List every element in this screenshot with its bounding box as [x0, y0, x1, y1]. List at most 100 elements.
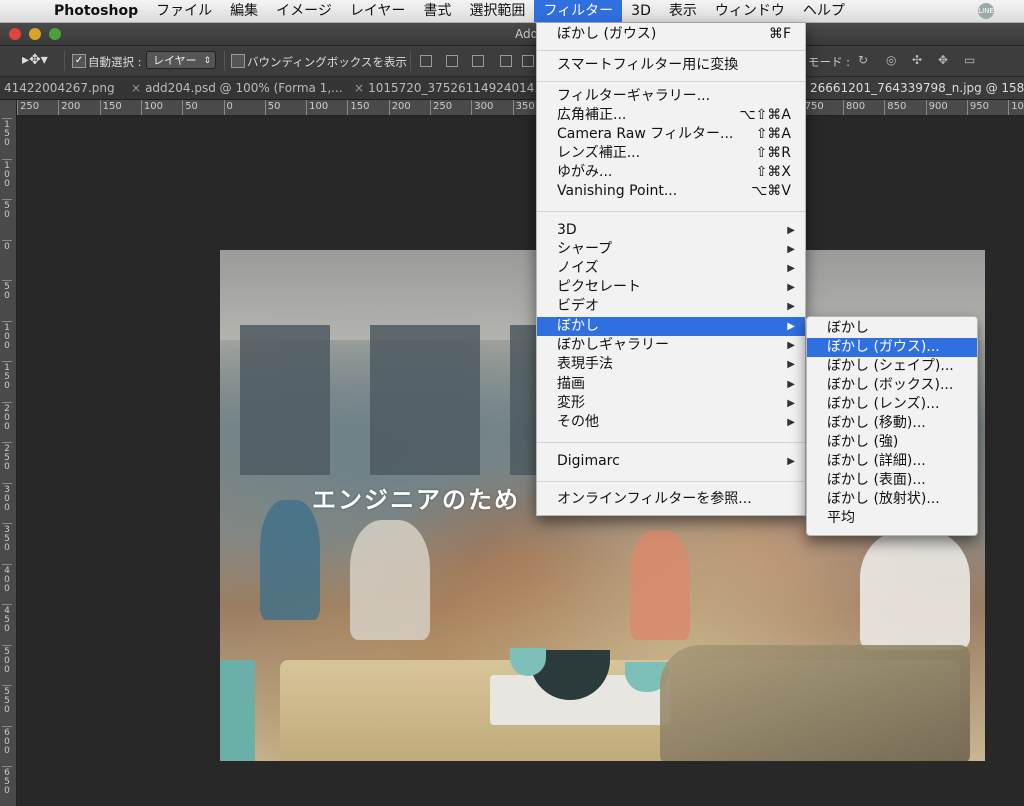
menu-app-photoshop[interactable]: Photoshop	[46, 0, 147, 22]
ruler-tick-label: 250	[17, 100, 39, 115]
submenu-item-motion-blur[interactable]: ぼかし (移動)...	[807, 414, 977, 433]
window-title-bar: Add	[0, 23, 1024, 46]
menu-item-shortcut: ⌥⇧⌘A	[739, 107, 791, 123]
submenu-item-radial-blur[interactable]: ぼかし (放射状)...	[807, 490, 977, 509]
submenu-item-surface-blur[interactable]: ぼかし (表面)...	[807, 471, 977, 490]
menu-item-stylize[interactable]: 表現手法 ▶	[537, 355, 805, 374]
auto-select-target-select[interactable]: レイヤー ⇕	[146, 51, 216, 69]
divider	[64, 51, 65, 71]
menu-item-browse-online-filters[interactable]: オンラインフィルターを参照...	[537, 490, 805, 509]
document-tab[interactable]: × 1015720_37526114924014...	[350, 77, 541, 99]
horizontal-ruler[interactable]: 250 200 150 100 50 0 50 100 150 200 250 300 350 750 80…	[17, 100, 1024, 116]
ruler-tick-label: 1 5 0	[2, 361, 12, 391]
menu-item-label: ピクセレート	[557, 279, 641, 295]
photo-window	[370, 325, 480, 475]
canvas-overlay-text: エンジニアのため	[312, 486, 520, 514]
submenu-item-blur[interactable]: ぼかし	[807, 319, 977, 338]
menu-item-3d[interactable]: 3D ▶	[537, 221, 805, 240]
menu-item-video[interactable]: ビデオ ▶	[537, 297, 805, 316]
align-left-icon[interactable]	[500, 55, 512, 67]
close-tab-icon[interactable]: ×	[354, 81, 364, 95]
menu-window[interactable]: ウィンドウ	[706, 0, 794, 22]
submenu-item-lens-blur[interactable]: ぼかし (レンズ)...	[807, 395, 977, 414]
3d-camera-icon[interactable]: ▭	[964, 54, 978, 66]
menu-layer[interactable]: レイヤー	[341, 0, 415, 22]
menu-separator	[537, 81, 805, 82]
menu-item-filter-gallery[interactable]: フィルターギャラリー...	[537, 87, 805, 106]
menu-item-vanishing-point[interactable]: Vanishing Point... ⌥⌘V	[537, 182, 805, 201]
menu-item-liquify[interactable]: ゆがみ... ⇧⌘X	[537, 163, 805, 182]
menu-item-render[interactable]: 描画 ▶	[537, 375, 805, 394]
align-hcenter-icon[interactable]	[522, 55, 534, 67]
submenu-item-average[interactable]: 平均	[807, 509, 977, 528]
submenu-item-blur-more[interactable]: ぼかし (強)	[807, 433, 977, 452]
submenu-item-smart-blur[interactable]: ぼかし (詳細)...	[807, 452, 977, 471]
ruler-tick-label: 6 5 0	[2, 766, 12, 796]
submenu-item-label: ぼかし	[827, 320, 869, 336]
menu-item-label: その他	[557, 414, 599, 430]
menu-filter[interactable]: フィルター	[534, 0, 623, 22]
menu-item-blur-gallery[interactable]: ぼかしギャラリー ▶	[537, 336, 805, 355]
ruler-tick-label: 200	[388, 100, 411, 115]
3d-roll-icon[interactable]: ◎	[886, 54, 900, 66]
tab-label: add204.psd @ 100% (Forma 1,...	[145, 81, 343, 95]
menu-item-shortcut: ⇧⌘A	[755, 126, 791, 142]
menu-item-convert-smart-filter[interactable]: スマートフィルター用に変換	[537, 56, 805, 75]
menu-item-digimarc[interactable]: Digimarc ▶	[537, 452, 805, 471]
vertical-ruler[interactable]: 1 5 0 1 0 0 5 0 0 5 0 1 0 0 1 5 0 2 0 0 2 5 0 3 0…	[0, 100, 17, 806]
bounding-box-checkbox[interactable]	[231, 54, 245, 68]
ruler-tick-label: 5 0	[2, 280, 12, 301]
close-tab-icon[interactable]: ×	[131, 81, 141, 95]
submenu-item-label: ぼかし (詳細)...	[827, 453, 926, 469]
3d-mode-label: モード :	[808, 55, 851, 69]
document-tab-active[interactable]: 26661201_764339798_n.jpg @ 158%	[806, 77, 1024, 99]
align-vcenter-icon[interactable]	[446, 55, 458, 67]
ruler-tick-label: 4 0 0	[2, 563, 12, 594]
3d-rotate-icon[interactable]: ↻	[858, 54, 872, 66]
photo-person	[350, 520, 430, 640]
auto-select-checkbox[interactable]: ✓	[72, 54, 86, 68]
menu-help[interactable]: ヘルプ	[794, 0, 854, 22]
3d-drag-icon[interactable]: ✣	[912, 54, 926, 66]
ruler-tick-label: 1 0 0	[2, 158, 12, 189]
menu-item-label: 表現手法	[557, 356, 613, 372]
submenu-item-label: ぼかし (シェイプ)...	[827, 358, 954, 374]
3d-slide-icon[interactable]: ✥	[938, 54, 952, 66]
menu-edit[interactable]: 編集	[221, 0, 267, 22]
menu-item-label: Vanishing Point...	[557, 183, 678, 199]
minimize-window-button[interactable]	[29, 28, 41, 40]
menu-item-noise[interactable]: ノイズ ▶	[537, 259, 805, 278]
submenu-item-shape-blur[interactable]: ぼかし (シェイプ)...	[807, 357, 977, 376]
menu-item-blur[interactable]: ぼかし ▶	[537, 317, 805, 336]
menu-item-other[interactable]: その他 ▶	[537, 413, 805, 432]
menu-item-lens-correction[interactable]: レンズ補正... ⇧⌘R	[537, 144, 805, 163]
menu-item-adaptive-wide-angle[interactable]: 広角補正... ⌥⇧⌘A	[537, 106, 805, 125]
submenu-item-gaussian-blur[interactable]: ぼかし (ガウス)...	[807, 338, 977, 357]
menu-3d[interactable]: 3D	[622, 0, 660, 22]
menu-type[interactable]: 書式	[414, 0, 460, 22]
document-tab[interactable]: × add204.psd @ 100% (Forma 1,...	[127, 77, 354, 99]
zoom-window-button[interactable]	[49, 28, 61, 40]
divider	[410, 51, 411, 71]
menu-item-shortcut: ⇧⌘R	[755, 145, 791, 161]
menu-item-label: レンズ補正...	[557, 145, 641, 161]
menu-item-pixelate[interactable]: ピクセレート ▶	[537, 278, 805, 297]
menu-view[interactable]: 表示	[660, 0, 706, 22]
menu-image[interactable]: イメージ	[267, 0, 341, 22]
menu-item-camera-raw[interactable]: Camera Raw フィルター... ⇧⌘A	[537, 125, 805, 144]
menu-file[interactable]: ファイル	[147, 0, 221, 22]
menu-item-sharpen[interactable]: シャープ ▶	[537, 240, 805, 259]
menu-item-distort[interactable]: 変形 ▶	[537, 394, 805, 413]
menu-select[interactable]: 選択範囲	[460, 0, 534, 22]
ruler-tick-label: 2 0 0	[2, 401, 12, 432]
ruler-tick-label: 150	[347, 100, 369, 115]
submenu-item-box-blur[interactable]: ぼかし (ボックス)...	[807, 376, 977, 395]
close-window-button[interactable]	[9, 28, 21, 40]
line-app-icon[interactable]: LINE	[978, 3, 994, 19]
document-tab[interactable]: 41422004267.png	[0, 77, 131, 99]
menu-item-last-filter[interactable]: ぼかし (ガウス) ⌘F	[537, 25, 805, 44]
move-tool-icon[interactable]: ▸✥▾	[22, 52, 48, 68]
align-bottom-icon[interactable]	[472, 55, 484, 67]
align-top-icon[interactable]	[420, 55, 432, 67]
submenu-item-label: ぼかし (放射状)...	[827, 491, 940, 507]
